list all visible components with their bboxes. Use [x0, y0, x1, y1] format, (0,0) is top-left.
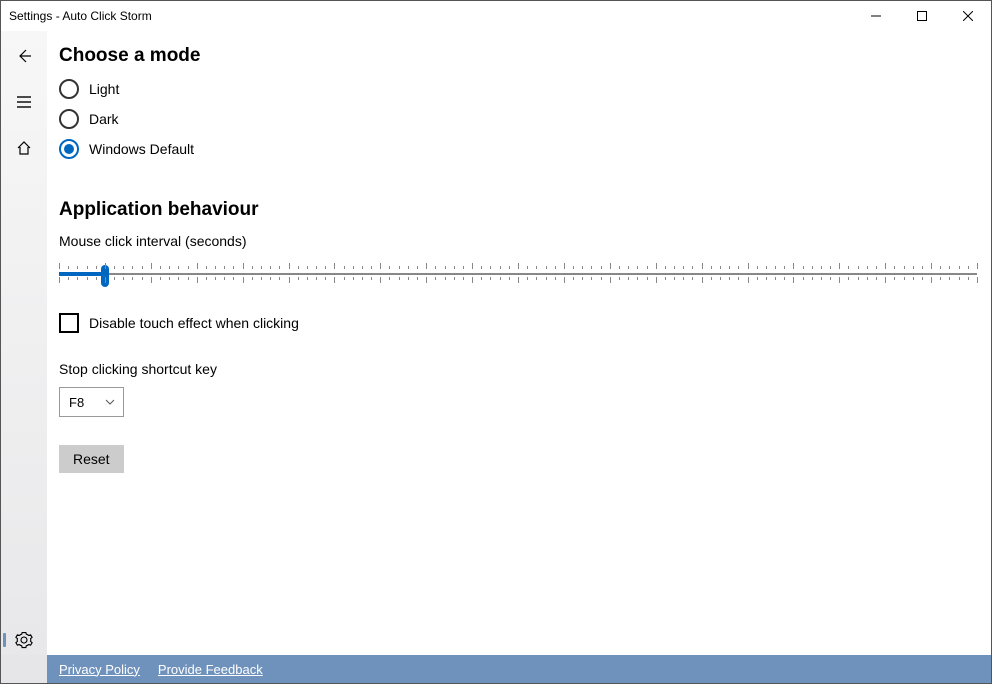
window-title: Settings - Auto Click Storm: [9, 9, 152, 23]
radio-label: Dark: [89, 111, 119, 127]
privacy-link[interactable]: Privacy Policy: [59, 662, 140, 677]
interval-label: Mouse click interval (seconds): [59, 233, 969, 249]
home-icon[interactable]: [15, 139, 33, 157]
sidebar: [1, 31, 47, 655]
chevron-down-icon: [105, 399, 115, 405]
radio-label: Windows Default: [89, 141, 194, 157]
mode-heading: Choose a mode: [59, 45, 969, 67]
settings-nav-item[interactable]: [1, 631, 47, 649]
mode-radio-dark[interactable]: Dark: [59, 109, 969, 129]
gear-icon: [15, 631, 33, 649]
feedback-link[interactable]: Provide Feedback: [158, 662, 263, 677]
radio-label: Light: [89, 81, 119, 97]
footer-sidebar-bg: [1, 655, 47, 683]
interval-slider[interactable]: [59, 259, 977, 287]
checkbox-icon: [59, 313, 79, 333]
checkbox-label: Disable touch effect when clicking: [89, 315, 299, 331]
shortcut-label: Stop clicking shortcut key: [59, 361, 969, 377]
minimize-button[interactable]: [853, 1, 899, 31]
shortcut-select[interactable]: F8: [59, 387, 124, 417]
disable-touch-checkbox[interactable]: Disable touch effect when clicking: [59, 313, 969, 333]
maximize-button[interactable]: [899, 1, 945, 31]
menu-icon[interactable]: [15, 93, 33, 111]
mode-radio-default[interactable]: Windows Default: [59, 139, 969, 159]
close-button[interactable]: [945, 1, 991, 31]
slider-fill: [59, 272, 105, 276]
slider-track: [59, 273, 977, 275]
back-button[interactable]: [15, 47, 33, 65]
behaviour-heading: Application behaviour: [59, 199, 969, 221]
content: Choose a mode Light Dark Windows Default…: [47, 31, 991, 655]
radio-icon: [59, 79, 79, 99]
titlebar: Settings - Auto Click Storm: [1, 1, 991, 31]
select-value: F8: [69, 395, 84, 410]
radio-icon: [59, 109, 79, 129]
radio-icon: [59, 139, 79, 159]
mode-radio-light[interactable]: Light: [59, 79, 969, 99]
window-controls: [853, 1, 991, 31]
footer: Privacy Policy Provide Feedback: [47, 655, 991, 683]
reset-button[interactable]: Reset: [59, 445, 124, 473]
